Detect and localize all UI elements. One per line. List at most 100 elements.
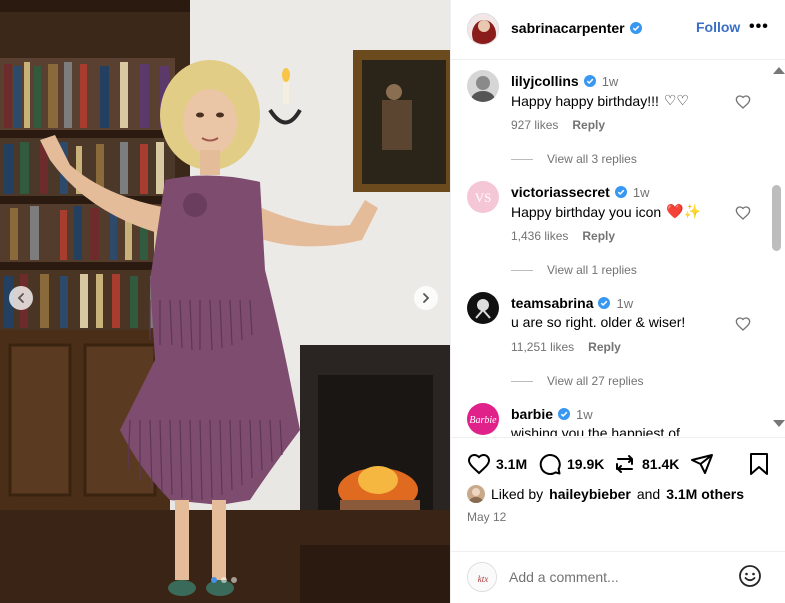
comment-emoji: ♡♡ [663,92,689,108]
liked-by-avatar[interactable] [467,485,485,503]
comment-text-row: u are so right. older & wiser! [511,314,685,330]
comment-text-row: Happy birthday you icon ❤️✨ [511,203,701,220]
replies-divider [511,158,533,160]
add-comment-bar: ktx [451,551,785,603]
comment-username[interactable]: lilyjcollins [511,73,579,89]
comment-text-row: wishing you the happiest of [511,425,680,436]
comment-time[interactable]: 1w [616,296,633,311]
add-comment-input[interactable] [509,566,729,588]
svg-text:Barbie: Barbie [469,415,497,426]
liked-by-others[interactable]: 3.1M others [666,486,744,502]
like-count: 3.1M [496,456,528,472]
liked-by-user[interactable]: haileybieber [549,486,631,502]
candle [283,80,289,104]
comment-item: VS victoriassecret 1w Happy birthday you… [467,175,767,285]
comment-meta: 11,251 likes Reply [511,340,621,354]
comment-text: wishing you the happiest of [511,425,680,436]
liked-by-row: Liked by haileybieber and 3.1M others [467,485,744,503]
comment-meta: 1,436 likes Reply [511,229,615,243]
emoji-icon[interactable] [738,564,762,588]
carousel-prev-button[interactable] [9,286,33,310]
more-options-icon[interactable]: ••• [749,18,769,36]
verified-badge-icon [558,408,571,420]
repost-count: 81.4K [642,456,680,472]
post-side-panel: sabrinacarpenter Follow ••• lilyjcollins… [450,0,785,603]
verified-badge-icon [629,22,642,34]
heart-icon[interactable] [735,205,751,221]
liked-by-middle: and [636,486,661,502]
comments-scrollbar[interactable] [769,61,785,436]
heart-icon[interactable] [735,94,751,110]
save-button[interactable] [747,452,771,476]
comment-time[interactable]: 1w [576,407,593,422]
view-replies-label: View all 1 replies [547,263,637,277]
verified-badge-icon [583,75,596,87]
comment-likes[interactable]: 927 likes [511,118,558,132]
comment-text: Happy birthday you icon [511,203,662,220]
bookmark-icon [750,453,768,475]
verified-badge-icon [614,186,627,198]
comment-header: barbie 1w [511,406,593,422]
verified-badge-icon [598,297,611,309]
comment-avatar[interactable] [467,70,499,102]
comment-avatar[interactable]: VS [467,181,499,213]
view-replies-button[interactable]: View all 1 replies [511,263,637,277]
post-header: sabrinacarpenter Follow ••• [451,0,785,60]
svg-text:VS: VS [475,190,492,205]
replies-divider [511,380,533,382]
comment-time[interactable]: 1w [633,185,650,200]
comment-username[interactable]: barbie [511,406,553,422]
comment-avatar[interactable]: Barbie [467,403,499,435]
scroll-thumb[interactable] [772,185,781,251]
comment-meta: 927 likes Reply [511,118,605,132]
share-button[interactable] [690,452,714,476]
carousel-dots [211,577,237,583]
author-avatar[interactable] [467,13,499,45]
reply-button[interactable]: Reply [588,340,621,354]
comment-button[interactable]: 19.9K [538,452,604,476]
comment-count: 19.9K [567,456,605,472]
carousel-dot [221,577,227,583]
comment-item: teamsabrina 1w u are so right. older & w… [467,286,767,396]
heart-icon[interactable] [735,316,751,332]
comment-item: Barbie barbie 1w wishing you the happies… [467,397,767,436]
view-replies-label: View all 27 replies [547,374,644,388]
carousel-dot [211,577,217,583]
comment-username[interactable]: victoriassecret [511,184,610,200]
comment-emoji: ❤️✨ [666,203,702,219]
view-replies-button[interactable]: View all 3 replies [511,152,637,166]
comment-text-row: Happy happy birthday!!! ♡♡ [511,92,689,109]
comment-likes[interactable]: 1,436 likes [511,229,568,243]
repost-button[interactable]: 81.4K [613,452,679,476]
comment-text: u are so right. older & wiser! [511,314,686,330]
post-photo[interactable] [0,0,450,603]
comment-avatar[interactable] [467,292,499,324]
view-replies-label: View all 3 replies [547,152,637,166]
scroll-up-arrow[interactable] [773,67,785,74]
scroll-down-arrow[interactable] [773,420,785,427]
like-button[interactable]: 3.1M [467,452,527,476]
svg-text:ktx: ktx [478,574,489,584]
photo-scene [0,0,450,603]
post-actions: 3.1M 19.9K 81.4K Liked by haileybieber a… [451,437,785,597]
comment-icon [539,454,561,475]
comment-likes[interactable]: 11,251 likes [511,340,574,354]
carousel-dot [231,577,237,583]
author-username[interactable]: sabrinacarpenter [511,20,625,36]
carousel-next-button[interactable] [414,286,438,310]
chevron-right-icon [423,293,430,303]
comment-text: Happy happy birthday!!! [511,92,659,109]
author-username-row[interactable]: sabrinacarpenter [511,20,642,36]
post-date[interactable]: May 12 [467,510,506,524]
reply-button[interactable]: Reply [572,118,605,132]
reply-button[interactable]: Reply [582,229,615,243]
follow-button[interactable]: Follow [696,19,740,35]
comment-item: lilyjcollins 1w Happy happy birthday!!! … [467,64,767,174]
current-user-avatar: ktx [467,562,497,592]
comments-list: lilyjcollins 1w Happy happy birthday!!! … [451,61,785,436]
replies-divider [511,269,533,271]
view-replies-button[interactable]: View all 27 replies [511,374,644,388]
comment-time[interactable]: 1w [602,74,619,89]
comment-header: lilyjcollins 1w [511,73,618,89]
comment-username[interactable]: teamsabrina [511,295,593,311]
